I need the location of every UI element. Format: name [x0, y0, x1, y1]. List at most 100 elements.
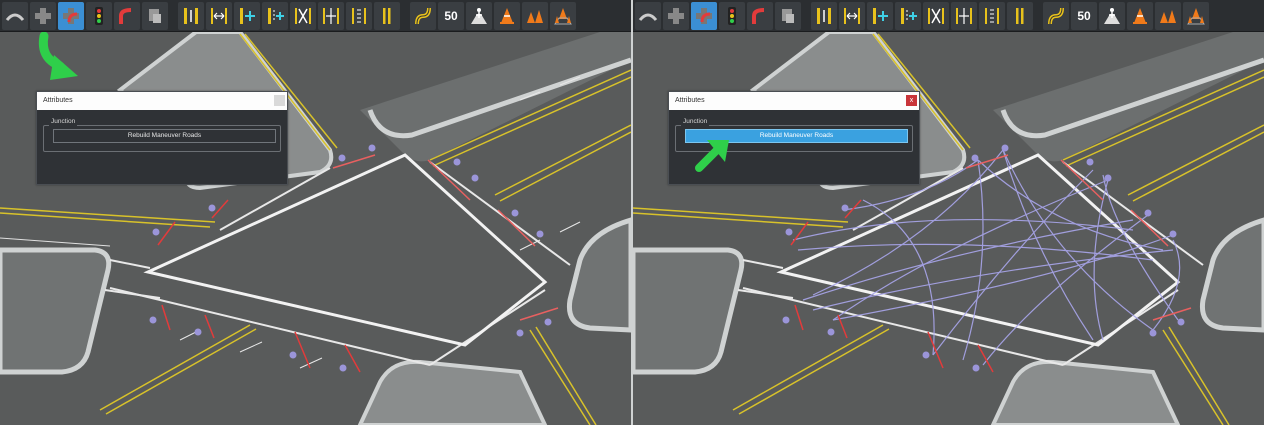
- lane-split-tool-button[interactable]: [318, 1, 344, 30]
- junction-tool-button[interactable]: [663, 1, 689, 30]
- junction-icon: [33, 6, 53, 26]
- lane-split-tool-button[interactable]: [951, 1, 977, 30]
- arrow-icon: [695, 140, 729, 172]
- toolbar-separator: [803, 2, 809, 30]
- traffic-light-tool-button[interactable]: [719, 1, 745, 30]
- junction-group-label: Junction: [681, 118, 710, 126]
- road-curve-icon: [750, 6, 770, 26]
- road-tool-button[interactable]: [2, 1, 28, 30]
- lane-marking-icon: [349, 6, 369, 26]
- signal-pole-icon: [145, 6, 165, 26]
- lane-add-right-icon: [898, 6, 918, 26]
- junction-connect-tool-button[interactable]: [691, 1, 717, 30]
- junction-scene-left: [0, 0, 631, 425]
- cone-area-icon: [1186, 6, 1206, 26]
- pedestrian-crossing-icon: [469, 6, 489, 26]
- signal-pole-tool-button[interactable]: [775, 1, 801, 30]
- junction-group-label: Junction: [49, 118, 78, 126]
- road-curve-tool-button[interactable]: [114, 1, 140, 30]
- toolbar-separator: [170, 2, 176, 30]
- junction-connect-icon: [694, 6, 714, 26]
- lane-width-tool-button[interactable]: [839, 1, 865, 30]
- close-button[interactable]: [274, 95, 285, 106]
- cone-group-icon: [1158, 6, 1178, 26]
- traffic-light-icon: [89, 6, 109, 26]
- speed-limit-tool-button[interactable]: 50: [1071, 1, 1097, 30]
- lane-add-icon: [870, 6, 890, 26]
- lane-merge-tool-button[interactable]: [290, 1, 316, 30]
- junction-connect-icon: [61, 6, 81, 26]
- traffic-cone-tool-button[interactable]: [1127, 1, 1153, 30]
- lane-marking-icon: [982, 6, 1002, 26]
- traffic-light-icon: [722, 6, 742, 26]
- double-line-icon: [377, 6, 397, 26]
- lane-add-right-tool-button[interactable]: [262, 1, 288, 30]
- lane-split-icon: [321, 6, 341, 26]
- viewport-left[interactable]: 50 Attributes Junction Rebuild Maneuver …: [0, 0, 631, 425]
- road-icon: [638, 6, 658, 26]
- cone-area-icon: [553, 6, 573, 26]
- toolbar-right: 50: [633, 0, 1264, 32]
- lane-add-tool-button[interactable]: [234, 1, 260, 30]
- rebuild-maneuver-roads-button[interactable]: Rebuild Maneuver Roads: [53, 129, 276, 143]
- cone-group-icon: [525, 6, 545, 26]
- speed-limit-text: 50: [444, 8, 458, 23]
- cone-area-tool-button[interactable]: [550, 1, 576, 30]
- toolbar-separator: [402, 2, 408, 30]
- lane-merge-icon: [293, 6, 313, 26]
- curvy-road-tool-button[interactable]: [410, 1, 436, 30]
- lane-width-tool-button[interactable]: [206, 1, 232, 30]
- speed-limit-icon: 50: [444, 10, 457, 22]
- pedestrian-crossing-tool-button[interactable]: [1099, 1, 1125, 30]
- close-button[interactable]: x: [906, 95, 917, 106]
- attributes-dialog-left[interactable]: Attributes Junction Rebuild Maneuver Roa…: [36, 91, 288, 185]
- double-line-tool-button[interactable]: [1007, 1, 1033, 30]
- junction-scene-right: [633, 0, 1264, 425]
- dialog-title: Attributes: [669, 92, 919, 110]
- junction-tool-button[interactable]: [30, 1, 56, 30]
- pedestrian-crossing-icon: [1102, 6, 1122, 26]
- double-line-icon: [1010, 6, 1030, 26]
- curvy-road-tool-button[interactable]: [1043, 1, 1069, 30]
- lane-add-right-tool-button[interactable]: [895, 1, 921, 30]
- traffic-cone-icon: [497, 6, 517, 26]
- road-curve-tool-button[interactable]: [747, 1, 773, 30]
- lane-merge-icon: [926, 6, 946, 26]
- lane-marking-tool-button[interactable]: [346, 1, 372, 30]
- speed-limit-tool-button[interactable]: 50: [438, 1, 464, 30]
- toolbar-left: 50: [0, 0, 631, 32]
- lane-add-right-icon: [265, 6, 285, 26]
- double-line-tool-button[interactable]: [374, 1, 400, 30]
- lane-add-icon: [237, 6, 257, 26]
- lane-width-icon: [209, 6, 229, 26]
- speed-limit-text: 50: [1077, 8, 1091, 23]
- lane-add-tool-button[interactable]: [867, 1, 893, 30]
- curvy-road-icon: [413, 6, 433, 26]
- junction-connect-tool-button[interactable]: [58, 1, 84, 30]
- traffic-cone-icon: [1130, 6, 1150, 26]
- lane-direction-icon: [814, 6, 834, 26]
- pedestrian-crossing-tool-button[interactable]: [466, 1, 492, 30]
- road-tool-button[interactable]: [635, 1, 661, 30]
- road-curve-icon: [117, 6, 137, 26]
- signal-pole-icon: [778, 6, 798, 26]
- cone-area-tool-button[interactable]: [1183, 1, 1209, 30]
- cone-group-tool-button[interactable]: [522, 1, 548, 30]
- traffic-light-tool-button[interactable]: [86, 1, 112, 30]
- road-icon: [5, 6, 25, 26]
- lane-width-icon: [842, 6, 862, 26]
- signal-pole-tool-button[interactable]: [142, 1, 168, 30]
- traffic-cone-tool-button[interactable]: [494, 1, 520, 30]
- viewport-right[interactable]: 50 Attributes x Junction Rebuild Maneuve…: [633, 0, 1264, 425]
- lane-split-icon: [954, 6, 974, 26]
- lane-merge-tool-button[interactable]: [923, 1, 949, 30]
- cone-group-tool-button[interactable]: [1155, 1, 1181, 30]
- curvy-road-icon: [1046, 6, 1066, 26]
- junction-icon: [666, 6, 686, 26]
- lane-direction-tool-button[interactable]: [811, 1, 837, 30]
- dialog-title: Attributes: [37, 92, 287, 110]
- speed-limit-icon: 50: [1077, 10, 1090, 22]
- toolbar-separator: [1035, 2, 1041, 30]
- lane-marking-tool-button[interactable]: [979, 1, 1005, 30]
- lane-direction-tool-button[interactable]: [178, 1, 204, 30]
